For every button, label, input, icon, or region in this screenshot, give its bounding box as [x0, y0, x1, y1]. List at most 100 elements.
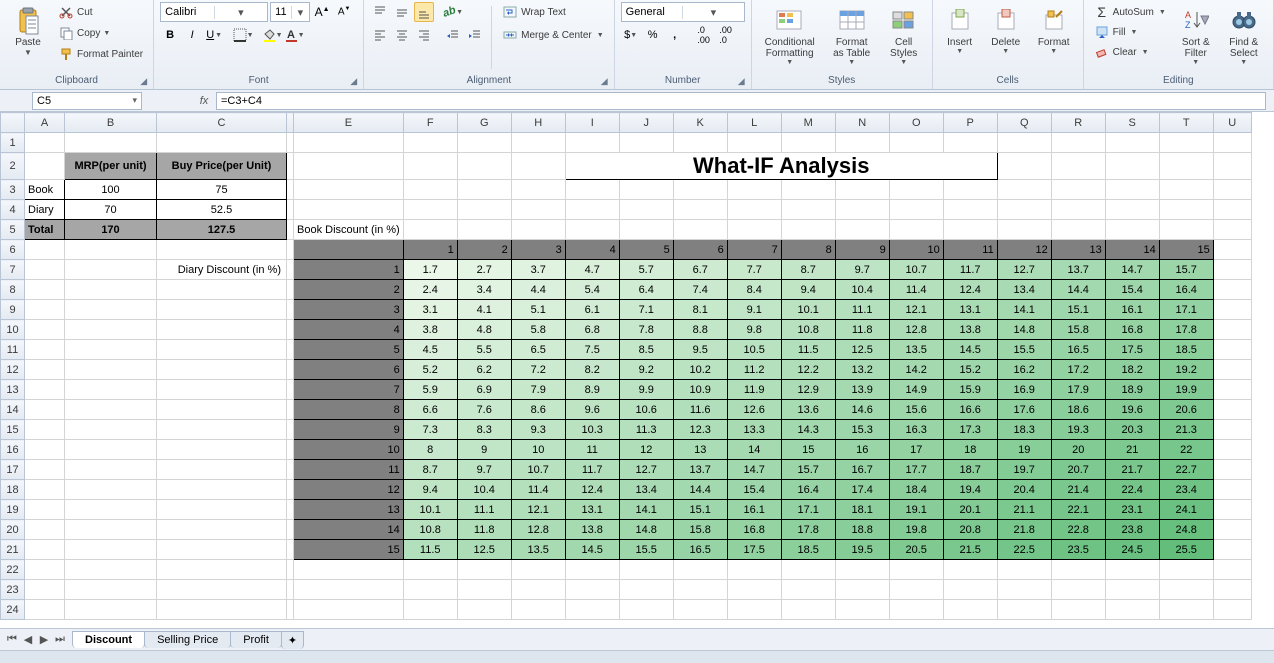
cell-C6[interactable]: [157, 240, 287, 260]
fill-button[interactable]: Fill▼: [1090, 22, 1170, 42]
cell-2[interactable]: [287, 153, 294, 180]
increase-decimal-button[interactable]: .0.00: [694, 25, 714, 45]
cell-S21[interactable]: 24.5: [1105, 540, 1159, 560]
cell-H17[interactable]: 10.7: [511, 460, 565, 480]
chevron-down-icon[interactable]: ▼: [298, 32, 305, 39]
cell-I22[interactable]: [565, 560, 619, 580]
cell-B12[interactable]: [65, 360, 157, 380]
copy-button[interactable]: Copy ▼: [54, 23, 147, 43]
row-header-10[interactable]: 10: [1, 320, 25, 340]
cell-H24[interactable]: [511, 600, 565, 620]
cell-N22[interactable]: [835, 560, 889, 580]
cell-J20[interactable]: 14.8: [619, 520, 673, 540]
next-sheet-button[interactable]: ▶: [36, 633, 52, 646]
cell-B14[interactable]: [65, 400, 157, 420]
cell-R16[interactable]: 20: [1051, 440, 1105, 460]
cell-Q19[interactable]: 21.1: [997, 500, 1051, 520]
cell-N14[interactable]: 14.6: [835, 400, 889, 420]
cell-Q3[interactable]: [997, 180, 1051, 200]
col-header-C[interactable]: C: [157, 113, 287, 133]
cell-A20[interactable]: [25, 520, 65, 540]
cell-G20[interactable]: 11.8: [457, 520, 511, 540]
cell-H7[interactable]: 3.7: [511, 260, 565, 280]
chevron-down-icon[interactable]: ▾: [682, 6, 744, 19]
cell-F15[interactable]: 7.3: [403, 420, 457, 440]
cell-T8[interactable]: 16.4: [1159, 280, 1213, 300]
cell-P12[interactable]: 15.2: [943, 360, 997, 380]
cell-K14[interactable]: 11.6: [673, 400, 727, 420]
fx-icon[interactable]: fx: [192, 95, 216, 107]
cell-Q24[interactable]: [997, 600, 1051, 620]
cell-P3[interactable]: [943, 180, 997, 200]
cell-S7[interactable]: 14.7: [1105, 260, 1159, 280]
decrease-decimal-button[interactable]: .00.0: [716, 25, 736, 45]
cell-H19[interactable]: 12.1: [511, 500, 565, 520]
cell-U15[interactable]: [1213, 420, 1251, 440]
chevron-down-icon[interactable]: ▾: [214, 6, 268, 19]
cell-O17[interactable]: 17.7: [889, 460, 943, 480]
cell-B21[interactable]: [65, 540, 157, 560]
cell-Q18[interactable]: 20.4: [997, 480, 1051, 500]
col-header-M[interactable]: M: [781, 113, 835, 133]
cell-I12[interactable]: 8.2: [565, 360, 619, 380]
cell-E16[interactable]: 10: [294, 440, 404, 460]
cell-P1[interactable]: [943, 133, 997, 153]
cell-I7[interactable]: 4.7: [565, 260, 619, 280]
cell-F24[interactable]: [403, 600, 457, 620]
cell-J11[interactable]: 8.5: [619, 340, 673, 360]
cell-M15[interactable]: 14.3: [781, 420, 835, 440]
cell-S6[interactable]: 14: [1105, 240, 1159, 260]
sheet-tab-discount[interactable]: Discount: [72, 631, 145, 648]
cell-T17[interactable]: 22.7: [1159, 460, 1213, 480]
cell-C24[interactable]: [157, 600, 287, 620]
cell-H4[interactable]: [511, 200, 565, 220]
row-header-23[interactable]: 23: [1, 580, 25, 600]
chevron-down-icon[interactable]: ▼: [276, 32, 283, 39]
row-header-22[interactable]: 22: [1, 560, 25, 580]
cell-N20[interactable]: 18.8: [835, 520, 889, 540]
cell-R18[interactable]: 21.4: [1051, 480, 1105, 500]
cell-M23[interactable]: [781, 580, 835, 600]
cell-F16[interactable]: 8: [403, 440, 457, 460]
cell-R21[interactable]: 23.5: [1051, 540, 1105, 560]
cell-C10[interactable]: [157, 320, 287, 340]
cell-K15[interactable]: 12.3: [673, 420, 727, 440]
cell-C1[interactable]: [157, 133, 287, 153]
cell-A6[interactable]: [25, 240, 65, 260]
cell-T11[interactable]: 18.5: [1159, 340, 1213, 360]
cell-A8[interactable]: [25, 280, 65, 300]
cell-I10[interactable]: 6.8: [565, 320, 619, 340]
cell-E23[interactable]: [294, 580, 404, 600]
cell-K12[interactable]: 10.2: [673, 360, 727, 380]
cell-N21[interactable]: 19.5: [835, 540, 889, 560]
cell-J7[interactable]: 5.7: [619, 260, 673, 280]
cell-L7[interactable]: 7.7: [727, 260, 781, 280]
cell-T14[interactable]: 20.6: [1159, 400, 1213, 420]
cell-P9[interactable]: 13.1: [943, 300, 997, 320]
cell-C21[interactable]: [157, 540, 287, 560]
cell-R11[interactable]: 16.5: [1051, 340, 1105, 360]
dialog-launcher-icon[interactable]: ◢: [350, 76, 357, 87]
cell-L17[interactable]: 14.7: [727, 460, 781, 480]
cell-T4[interactable]: [1159, 200, 1213, 220]
row-header-21[interactable]: 21: [1, 540, 25, 560]
cell-K21[interactable]: 16.5: [673, 540, 727, 560]
conditional-formatting-button[interactable]: Conditional Formatting▼: [758, 2, 822, 73]
cell-17[interactable]: [287, 460, 294, 480]
chevron-down-icon[interactable]: ▼: [247, 32, 254, 39]
spreadsheet-grid[interactable]: ABCEFGHIJKLMNOPQRSTU12MRP(per unit)Buy P…: [0, 112, 1274, 628]
cell-B11[interactable]: [65, 340, 157, 360]
cell-P17[interactable]: 18.7: [943, 460, 997, 480]
cell-I2[interactable]: What-IF Analysis: [565, 153, 997, 180]
row-header-8[interactable]: 8: [1, 280, 25, 300]
cell-O1[interactable]: [889, 133, 943, 153]
percent-button[interactable]: %: [643, 25, 663, 45]
cell-E18[interactable]: 12: [294, 480, 404, 500]
cell-R9[interactable]: 15.1: [1051, 300, 1105, 320]
underline-button[interactable]: U▼: [204, 25, 224, 45]
cell-N17[interactable]: 16.7: [835, 460, 889, 480]
cell-F4[interactable]: [403, 200, 457, 220]
cell-S5[interactable]: [1105, 220, 1159, 240]
cell-K20[interactable]: 15.8: [673, 520, 727, 540]
cell-E11[interactable]: 5: [294, 340, 404, 360]
